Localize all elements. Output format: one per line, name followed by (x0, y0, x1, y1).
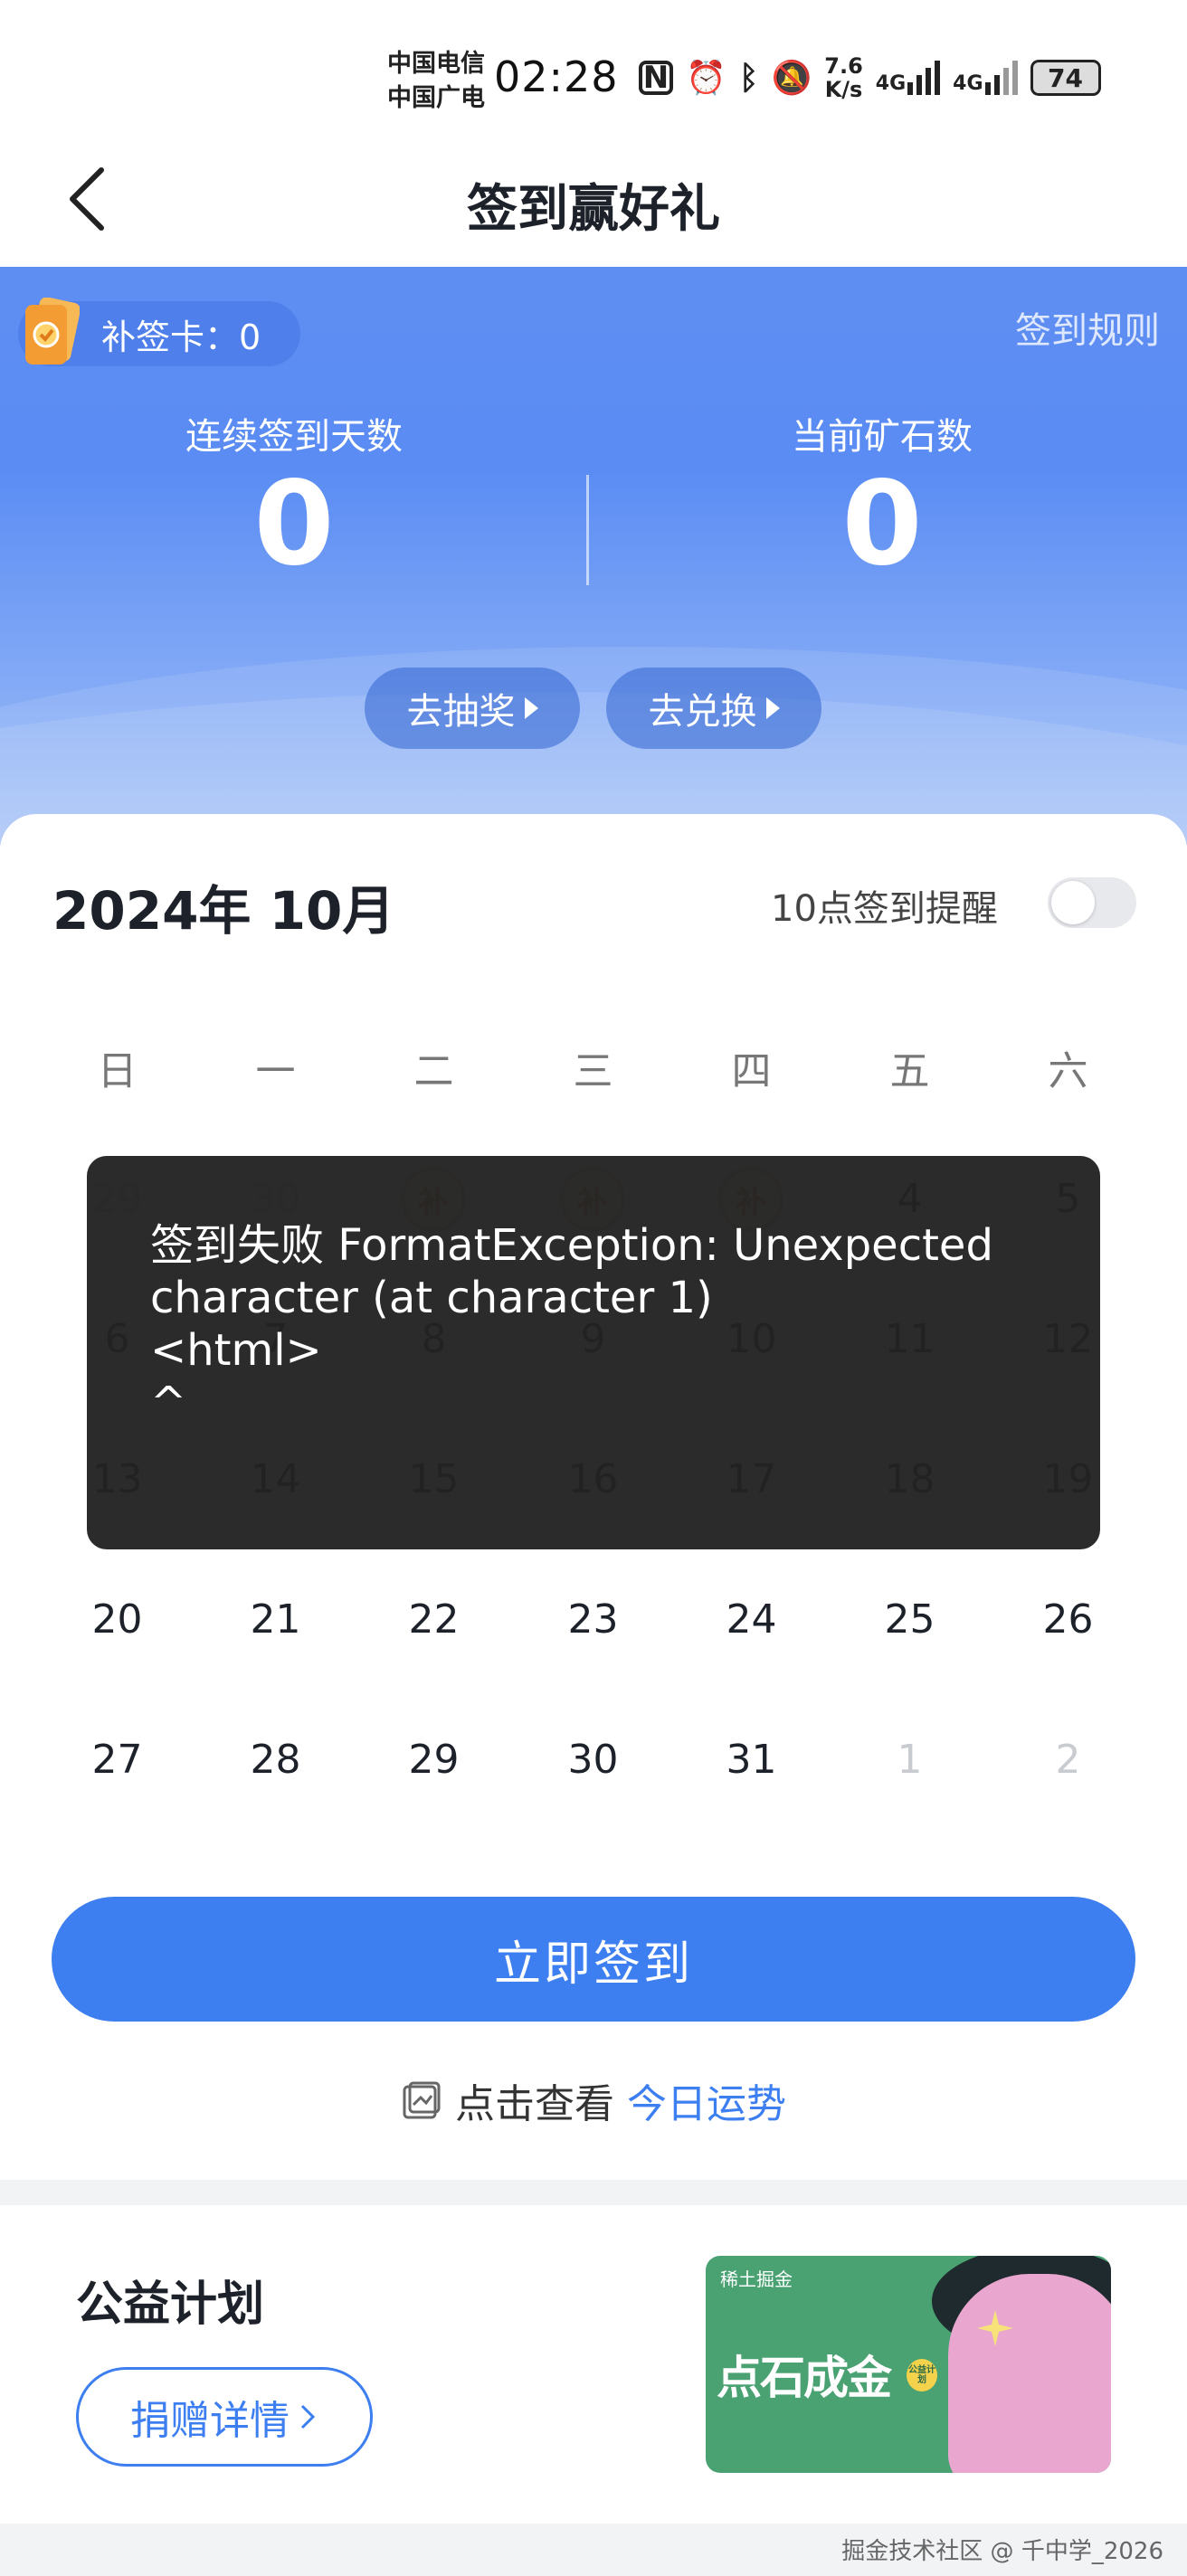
streak-label: 连续签到天数 (185, 416, 403, 458)
clock: 02:28 (494, 52, 619, 101)
checkin-hero: 补签卡：0 签到规则 连续签到天数 0 当前矿石数 0 去抽奖 去兑换 (0, 267, 1187, 846)
nfc-icon: N (639, 60, 673, 96)
calendar-day[interactable]: 22 (355, 1596, 513, 1643)
bluetooth-icon: ᛒ (738, 59, 759, 97)
carrier-2: 中国广电 (387, 84, 485, 112)
calendar-day[interactable]: 26 (989, 1596, 1147, 1643)
weekday-label: 六 (1048, 1048, 1088, 1094)
carrier-names: 中国电信 中国广电 (387, 47, 485, 116)
reminder-toggle[interactable] (1048, 877, 1136, 928)
calendar-day[interactable]: 2 (989, 1737, 1147, 1783)
weekday-label: 三 (573, 1048, 613, 1094)
donate-button[interactable]: 捐赠详情 (76, 2367, 373, 2467)
calendar-day[interactable]: 27 (38, 1737, 196, 1783)
makeup-card-icon (25, 298, 80, 365)
lottery-label: 去抽奖 (406, 691, 516, 733)
fortune-link[interactable]: 今日运势 (627, 2071, 786, 2129)
fortune-row[interactable]: 点击查看 今日运势 (0, 2071, 1187, 2129)
calendar-day[interactable]: 31 (672, 1737, 831, 1783)
ore-value: 0 (841, 457, 923, 592)
section-divider (0, 2180, 1187, 2205)
calendar-day[interactable]: 30 (514, 1737, 672, 1783)
carrier-1: 中国电信 (387, 50, 485, 78)
charity-banner[interactable]: 稀土掘金 点石成金 公益计划 (706, 2256, 1111, 2473)
weekday-label: 一 (255, 1048, 296, 1094)
weekday-label: 四 (731, 1048, 772, 1094)
ore-label: 当前矿石数 (792, 416, 973, 458)
fortune-icon (403, 2081, 441, 2119)
month-title: 2024年 10月 (52, 880, 395, 942)
weekday-label: 日 (97, 1048, 138, 1094)
fortune-prefix: 点击查看 (455, 2081, 614, 2127)
calendar-day[interactable]: 23 (514, 1596, 672, 1643)
calendar-day[interactable]: 25 (831, 1596, 989, 1643)
mute-icon: 🔕 (771, 60, 812, 97)
exchange-button[interactable]: 去兑换 (606, 668, 821, 749)
nav-bar: 签到赢好礼 (0, 136, 1187, 267)
rules-link[interactable]: 签到规则 (1015, 301, 1160, 354)
charity-title: 公益计划 (76, 2278, 265, 2332)
battery-icon: 74 (1030, 60, 1101, 96)
status-bar: 中国电信 中国广电 02:28 N ⏰ ᛒ 🔕 7.6 K/s 4G 4G 74 (0, 0, 1187, 136)
signal-icon: 4G (953, 61, 1018, 95)
signal-icon: 4G (876, 61, 941, 95)
error-toast: 签到失败 FormatException: Unexpected charact… (87, 1156, 1100, 1549)
banner-title: 点石成金 (717, 2352, 892, 2404)
network-speed: 7.6 K/s (824, 53, 863, 102)
exchange-label: 去兑换 (648, 691, 757, 733)
streak-value: 0 (253, 457, 335, 592)
play-icon (524, 697, 538, 719)
chevron-right-icon (300, 2404, 316, 2429)
calendar-day[interactable]: 28 (196, 1737, 355, 1783)
checkin-button[interactable]: 立即签到 (52, 1897, 1135, 2022)
lottery-button[interactable]: 去抽奖 (365, 668, 580, 749)
sparkle-icon (977, 2310, 1013, 2346)
calendar-day[interactable]: 24 (672, 1596, 831, 1643)
calendar-day[interactable]: 20 (38, 1596, 196, 1643)
watermark: 掘金技术社区 @ 千中学_2026 (841, 2538, 1163, 2565)
page-title: 签到赢好礼 (467, 180, 720, 239)
play-icon (765, 697, 780, 719)
alarm-icon: ⏰ (686, 60, 726, 97)
stats-divider (586, 475, 589, 585)
reminder-label: 10点签到提醒 (771, 888, 998, 930)
calendar-day[interactable]: 21 (196, 1596, 355, 1643)
makeup-card-count: 补签卡：0 (101, 317, 261, 357)
weekday-label: 二 (413, 1048, 454, 1094)
weekday-label: 五 (889, 1048, 930, 1094)
donate-label: 捐赠详情 (130, 2398, 290, 2444)
banner-badge: 公益计划 (907, 2359, 937, 2391)
calendar-day[interactable]: 1 (831, 1737, 989, 1783)
status-icons: N ⏰ ᛒ 🔕 7.6 K/s 4G 4G 74 (639, 54, 1101, 101)
banner-brand: 稀土掘金 (720, 2268, 793, 2290)
calendar-day[interactable]: 29 (355, 1737, 513, 1783)
